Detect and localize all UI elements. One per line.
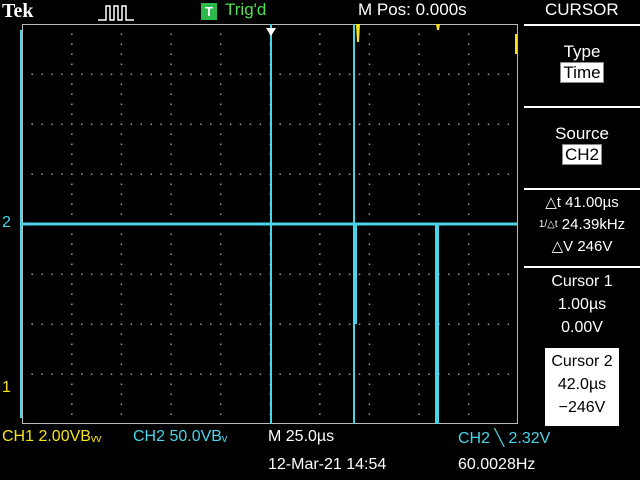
inverse-delta-t-readout: 1/△t 24.39kHz [538, 216, 626, 233]
ch1-glitch [436, 24, 440, 30]
type-value: Time [560, 62, 604, 83]
cursor1-label: Cursor 1 [551, 273, 613, 290]
delta-t-readout: △t 41.00µs [545, 194, 619, 211]
acquisition-pulse-icon [98, 5, 134, 21]
menu-title: CURSOR [545, 0, 619, 19]
menu-type[interactable]: Type Time [524, 24, 640, 106]
cursor2-value: −246V [558, 399, 606, 416]
trigger-info: CH2 ╲ 2.32V [458, 430, 551, 447]
type-label: Type [563, 42, 601, 61]
cursor1-value: 0.00V [561, 319, 603, 336]
ch1-glitch [356, 24, 360, 42]
brand-logo: Tek [2, 0, 34, 22]
left-edge-line [20, 30, 22, 418]
source-label: Source [555, 124, 609, 143]
cursor2-label: Cursor 2 [551, 353, 613, 370]
ch2-ground-marker: 2 [2, 214, 11, 231]
menu-readout: △t 41.00µs 1/△t 24.39kHz △V 246V [524, 188, 640, 266]
menu-cursor2[interactable]: Cursor 2 42.0µs −246V [545, 348, 619, 426]
timebase: M 25.0µs [268, 428, 335, 445]
menu-source[interactable]: Source CH2 [524, 106, 640, 188]
trigger-status: Trig'd [225, 0, 267, 19]
cursor1-time: 1.00µs [557, 296, 607, 313]
waveform-display [22, 24, 518, 424]
cursor2-time: 42.0µs [557, 376, 607, 393]
horizontal-position: M Pos: 0.000s [358, 0, 467, 19]
ch1-ground-marker: 1 [2, 379, 11, 396]
trigger-badge: T [201, 3, 217, 20]
frequency-readout: 60.0028Hz [458, 456, 536, 473]
ch1-scale: CH1 2.00VBᵥᵥ [2, 428, 102, 445]
date-time: 12-Mar-21 14:54 [268, 456, 387, 473]
source-value: CH2 [561, 144, 602, 165]
menu-cursor1[interactable]: Cursor 1 1.00µs 0.00V [524, 266, 640, 344]
delta-v-readout: △V 246V [551, 238, 613, 256]
trigger-position-marker [266, 28, 276, 36]
ch2-scale: CH2 50.0VBᵥ [133, 428, 228, 445]
